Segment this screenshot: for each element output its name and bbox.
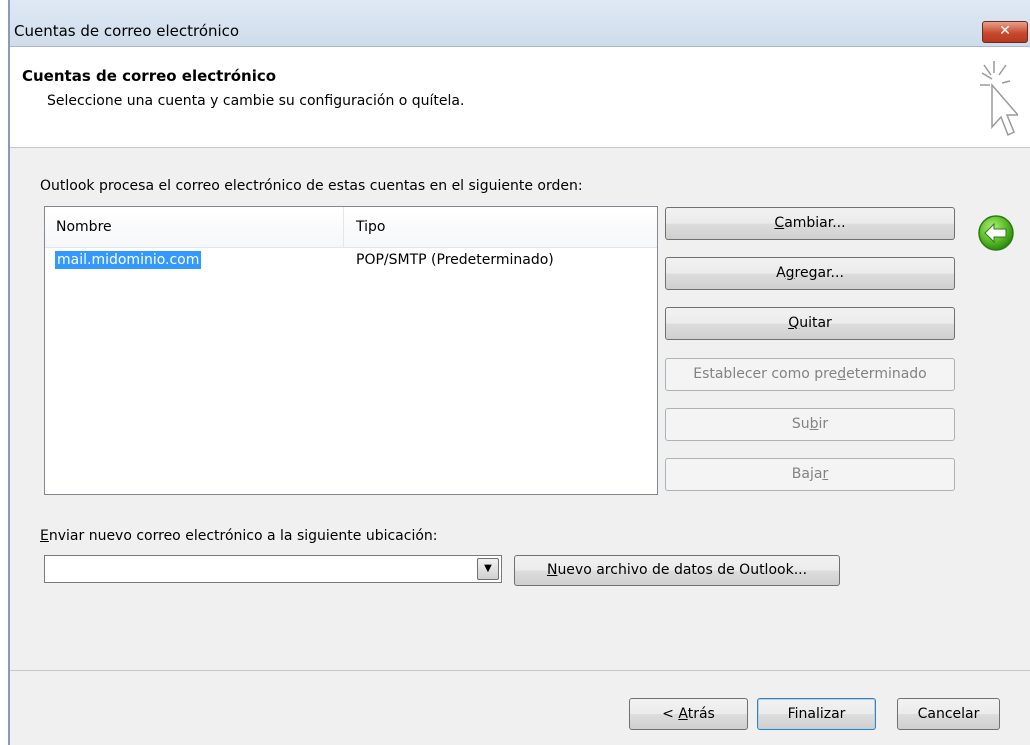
green-back-arrow-icon	[977, 214, 1015, 256]
add-label-post: regar...	[794, 265, 844, 281]
add-label-pre: A	[776, 265, 786, 281]
set-default-button[interactable]: Establecer como predeterminado	[665, 358, 955, 391]
finish-button[interactable]: Finalizar	[757, 698, 876, 730]
wizard-header: Cuentas de correo electrónico Seleccione…	[10, 47, 1030, 148]
finish-label: Finalizar	[787, 706, 846, 722]
account-type-cell: POP/SMTP (Predeterminado)	[356, 252, 554, 268]
send-label-key: E	[40, 528, 49, 544]
dropdown-arrow-icon[interactable]: ▼	[477, 558, 499, 580]
new-file-label-key: N	[546, 562, 558, 578]
cancel-button[interactable]: Cancelar	[897, 698, 1000, 730]
column-header-name[interactable]: Nombre	[56, 219, 112, 235]
accounts-description: Outlook procesa el correo electrónico de…	[40, 178, 583, 194]
header-subtitle: Seleccione una cuenta y cambie su config…	[47, 93, 465, 109]
set-default-label-pre: Establecer como pre	[693, 366, 838, 382]
set-default-label-key: d	[837, 366, 847, 382]
cancel-label: Cancelar	[917, 706, 980, 722]
header-title: Cuentas de correo electrónico	[22, 67, 277, 85]
move-up-button[interactable]: Subir	[665, 408, 955, 441]
close-button[interactable]: ✕	[982, 21, 1028, 43]
new-file-label-rest: uevo archivo de datos de Outlook...	[557, 562, 808, 578]
send-label-rest: nviar nuevo correo electrónico a la sigu…	[48, 528, 438, 544]
back-label-key: A	[678, 706, 688, 722]
remove-label-post: uitar	[799, 315, 832, 331]
title-bar: Cuentas de correo electrónico ✕	[10, 0, 1030, 47]
dialog-window: Cuentas de correo electrónico ✕ Cuentas …	[8, 0, 1030, 745]
back-label-post: trás	[687, 706, 715, 722]
move-down-label-pre: Baja	[791, 466, 823, 482]
remove-button[interactable]: Quitar	[665, 307, 955, 340]
send-location-combobox[interactable]: ▼	[44, 555, 502, 583]
accounts-list[interactable]: Nombre Tipo mail.midominio.com POP/SMTP …	[44, 206, 658, 495]
window-title: Cuentas de correo electrónico	[14, 22, 240, 40]
footer-divider	[10, 670, 1030, 671]
change-label-post: ambiar...	[784, 215, 846, 231]
close-icon: ✕	[999, 23, 1011, 39]
column-divider[interactable]	[343, 207, 344, 247]
set-default-label-post: eterminado	[846, 366, 927, 382]
table-row[interactable]: mail.midominio.com POP/SMTP (Predetermin…	[45, 251, 657, 275]
move-down-label-key: r	[822, 466, 829, 482]
move-down-button[interactable]: Bajar	[665, 458, 955, 491]
account-name-cell[interactable]: mail.midominio.com	[55, 251, 202, 269]
change-button[interactable]: Cambiar...	[665, 207, 955, 240]
send-location-label: Enviar nuevo correo electrónico a la sig…	[40, 528, 437, 544]
back-button[interactable]: < Atrás	[629, 698, 748, 730]
wizard-cursor-icon	[974, 53, 1020, 145]
add-label-key: g	[785, 265, 795, 281]
list-header: Nombre Tipo	[45, 207, 657, 248]
back-label-pre: <	[662, 706, 679, 722]
move-up-label-key: b	[809, 416, 819, 432]
column-header-type[interactable]: Tipo	[356, 219, 385, 235]
add-button[interactable]: Agregar...	[665, 257, 955, 290]
change-label-key: C	[774, 215, 785, 231]
remove-label-key: Q	[788, 315, 800, 331]
move-up-label-pre: Su	[791, 416, 810, 432]
move-up-label-post: ir	[818, 416, 829, 432]
new-outlook-data-file-button[interactable]: Nuevo archivo de datos de Outlook...	[514, 555, 840, 586]
